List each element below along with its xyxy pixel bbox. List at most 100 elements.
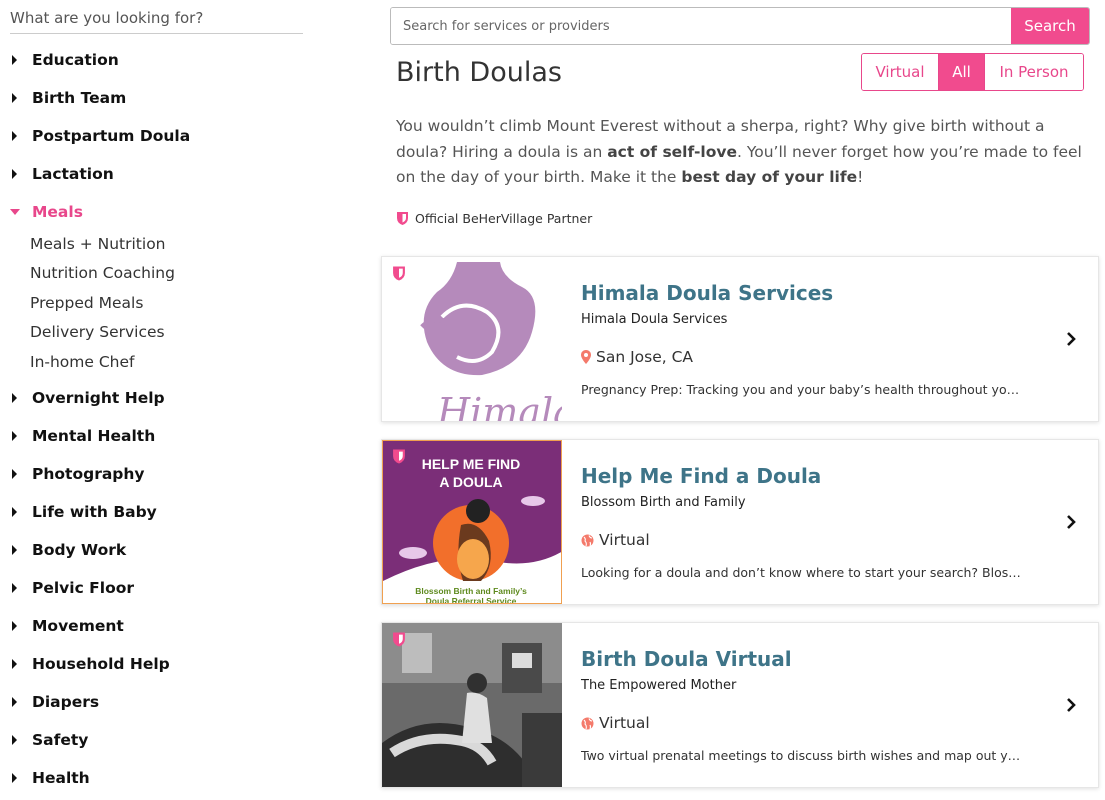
- location-label: Virtual: [599, 531, 650, 549]
- subcategory-delivery-services[interactable]: Delivery Services: [30, 323, 165, 341]
- intro-emphasis: act of self-love: [607, 142, 737, 161]
- listing-provider: Blossom Birth and Family: [581, 495, 746, 510]
- caret-right-icon: [12, 735, 17, 745]
- category-label: Diapers: [32, 693, 100, 711]
- himala-logo-image: Himala: [382, 257, 562, 421]
- partner-shield-icon: [393, 266, 405, 281]
- category-label: Meals: [32, 203, 83, 221]
- globe-icon: [581, 534, 594, 546]
- intro-text: You wouldn’t climb Mount Everest without…: [396, 114, 1086, 191]
- category-label: Body Work: [32, 541, 127, 559]
- caret-right-icon: [12, 659, 17, 669]
- subcategory-meals-nutrition[interactable]: Meals + Nutrition: [30, 235, 166, 253]
- flyer-title-line: A DOULA: [439, 474, 502, 490]
- flyer-title-line: HELP ME FIND: [422, 456, 521, 472]
- listing-card[interactable]: HELP ME FIND A DOULA Blossom Birth and F…: [381, 439, 1099, 605]
- subcategory-nutrition-coaching[interactable]: Nutrition Coaching: [30, 264, 175, 282]
- listing-location: Virtual: [581, 714, 650, 732]
- filter-all[interactable]: All: [939, 54, 984, 90]
- sidebar-search-input[interactable]: [10, 9, 303, 27]
- category-diapers[interactable]: Diapers: [10, 690, 99, 714]
- category-pelvic-floor[interactable]: Pelvic Floor: [10, 576, 134, 600]
- category-postpartum-doula[interactable]: Postpartum Doula: [10, 124, 190, 148]
- listing-title[interactable]: Birth Doula Virtual: [581, 647, 792, 671]
- category-label: Overnight Help: [32, 389, 165, 407]
- caret-right-icon: [12, 55, 17, 65]
- listing-provider: Himala Doula Services: [581, 312, 728, 327]
- category-mental-health[interactable]: Mental Health: [10, 424, 155, 448]
- subcategory-prepped-meals[interactable]: Prepped Meals: [30, 294, 143, 312]
- category-birth-team[interactable]: Birth Team: [10, 86, 126, 110]
- caret-right-icon: [12, 545, 17, 555]
- category-label: Life with Baby: [32, 503, 157, 521]
- category-safety[interactable]: Safety: [10, 728, 88, 752]
- category-label: Lactation: [32, 165, 114, 183]
- partner-legend: Official BeHerVillage Partner: [396, 211, 592, 226]
- listing-card[interactable]: Birth Doula Virtual The Empowered Mother…: [381, 622, 1099, 788]
- category-health[interactable]: Health: [10, 766, 90, 790]
- caret-right-icon: [12, 583, 17, 593]
- filter-virtual[interactable]: Virtual: [862, 54, 939, 90]
- category-household-help[interactable]: Household Help: [10, 652, 170, 676]
- category-education[interactable]: Education: [10, 48, 119, 72]
- partner-shield-icon: [393, 632, 405, 647]
- caret-right-icon: [12, 393, 17, 403]
- category-label: Postpartum Doula: [32, 127, 191, 145]
- provider-search-input[interactable]: [391, 8, 1011, 44]
- category-label: Photography: [32, 465, 145, 483]
- category-label: Safety: [32, 731, 89, 749]
- category-life-with-baby[interactable]: Life with Baby: [10, 500, 157, 524]
- listing-provider: The Empowered Mother: [581, 678, 737, 693]
- chevron-right-icon[interactable]: [1066, 331, 1076, 347]
- caret-right-icon: [12, 773, 17, 783]
- caret-right-icon: [12, 621, 17, 631]
- category-overnight-help[interactable]: Overnight Help: [10, 386, 165, 410]
- sidebar: Education Birth Team Postpartum Doula La…: [0, 0, 320, 800]
- listing-title[interactable]: Help Me Find a Doula: [581, 464, 821, 488]
- category-label: Health: [32, 769, 90, 787]
- category-label: Birth Team: [32, 89, 127, 107]
- category-label: Mental Health: [32, 427, 156, 445]
- location-label: Virtual: [599, 714, 650, 732]
- flyer-footer-line: Blossom Birth and Family’s: [415, 586, 527, 596]
- category-label: Education: [32, 51, 119, 69]
- listing-location: Virtual: [581, 531, 650, 549]
- caret-right-icon: [12, 697, 17, 707]
- svg-text:Himala: Himala: [436, 390, 562, 421]
- doula-referral-flyer-image: HELP ME FIND A DOULA Blossom Birth and F…: [383, 441, 561, 603]
- sidebar-search: [10, 8, 303, 34]
- map-pin-icon: [581, 350, 591, 364]
- category-label: Movement: [32, 617, 124, 635]
- caret-right-icon: [12, 469, 17, 479]
- caret-right-icon: [12, 169, 17, 179]
- category-meals[interactable]: Meals: [10, 200, 83, 224]
- caret-right-icon: [12, 507, 17, 517]
- listing-title[interactable]: Himala Doula Services: [581, 281, 833, 305]
- location-filter-toggle: Virtual All In Person: [861, 53, 1084, 91]
- intro-emphasis: best day of your life: [681, 168, 858, 186]
- category-body-work[interactable]: Body Work: [10, 538, 126, 562]
- chevron-right-icon[interactable]: [1066, 697, 1076, 713]
- partner-label: Official BeHerVillage Partner: [415, 211, 593, 226]
- category-movement[interactable]: Movement: [10, 614, 124, 638]
- listing-image: Himala: [382, 257, 562, 421]
- category-lactation[interactable]: Lactation: [10, 162, 114, 186]
- listing-card[interactable]: Himala Himala Doula Services Himala Doul…: [381, 256, 1099, 422]
- caret-right-icon: [12, 93, 17, 103]
- listing-location: San Jose, CA: [581, 348, 693, 366]
- listing-image: [382, 623, 562, 787]
- page-title: Birth Doulas: [396, 57, 562, 88]
- caret-right-icon: [12, 131, 17, 141]
- chevron-right-icon[interactable]: [1066, 514, 1076, 530]
- search-button[interactable]: Search: [1011, 8, 1089, 44]
- intro-text-part: !: [857, 168, 864, 186]
- category-photography[interactable]: Photography: [10, 462, 145, 486]
- subcategory-in-home-chef[interactable]: In-home Chef: [30, 353, 135, 371]
- provider-search-bar: Search: [390, 7, 1090, 45]
- partner-shield-icon: [393, 449, 405, 464]
- caret-down-icon: [10, 209, 20, 215]
- filter-in-person[interactable]: In Person: [984, 54, 1083, 90]
- listing-description: Pregnancy Prep: Tracking you and your ba…: [581, 382, 1021, 397]
- location-label: San Jose, CA: [596, 348, 694, 366]
- globe-icon: [581, 717, 594, 729]
